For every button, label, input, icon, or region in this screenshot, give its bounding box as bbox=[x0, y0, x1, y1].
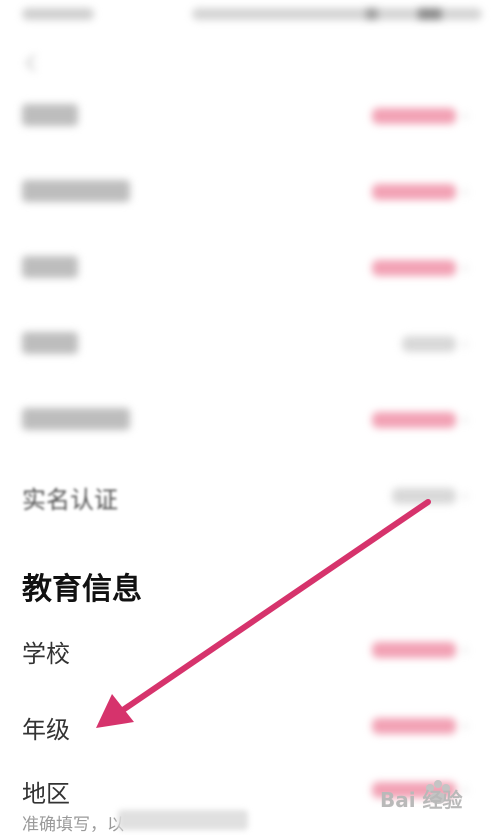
row-label bbox=[22, 408, 130, 430]
row-label bbox=[22, 332, 78, 354]
settings-row-birthday[interactable]: › bbox=[0, 320, 500, 366]
row-label: 年级 bbox=[22, 716, 70, 744]
chevron-right-icon: › bbox=[462, 106, 469, 125]
row-value bbox=[372, 108, 456, 124]
watermark-text: Bai 经验 bbox=[380, 788, 463, 812]
back-icon[interactable] bbox=[20, 52, 42, 74]
settings-row-nickname[interactable]: › bbox=[0, 168, 500, 214]
row-label bbox=[22, 104, 78, 126]
carrier-info bbox=[22, 8, 94, 20]
chevron-right-icon: › bbox=[462, 410, 469, 429]
education-hint: 准确填写，以 bbox=[22, 815, 124, 835]
status-bar bbox=[0, 0, 500, 34]
settings-row-real-name[interactable]: 实名认证 › bbox=[0, 472, 500, 518]
education-row-school[interactable]: 学校 › bbox=[0, 626, 500, 672]
chevron-right-icon: › bbox=[462, 716, 469, 735]
settings-row-gender[interactable]: › bbox=[0, 244, 500, 290]
row-value bbox=[392, 488, 456, 504]
baidu-watermark: Bai 经验 bbox=[380, 774, 480, 818]
education-row-grade[interactable]: 年级 › bbox=[0, 702, 500, 748]
chevron-right-icon: › bbox=[462, 334, 469, 353]
chevron-right-icon: › bbox=[462, 640, 469, 659]
row-value bbox=[372, 260, 456, 276]
row-value bbox=[372, 718, 456, 734]
row-value bbox=[372, 184, 456, 200]
row-label: 学校 bbox=[22, 640, 70, 668]
hint-blurred-text bbox=[118, 810, 248, 830]
settings-row-bio[interactable]: › bbox=[0, 396, 500, 442]
section-title-education: 教育信息 bbox=[22, 572, 142, 607]
settings-row-avatar[interactable]: › bbox=[0, 92, 500, 138]
chevron-right-icon: › bbox=[462, 182, 469, 201]
row-value bbox=[402, 336, 456, 352]
row-label: 实名认证 bbox=[22, 486, 118, 514]
row-label: 地区 bbox=[22, 780, 70, 808]
status-icons bbox=[192, 8, 482, 20]
row-value bbox=[372, 412, 456, 428]
row-label bbox=[22, 256, 78, 278]
chevron-right-icon: › bbox=[462, 486, 469, 505]
row-value bbox=[372, 642, 456, 658]
chevron-right-icon: › bbox=[462, 258, 469, 277]
row-label bbox=[22, 180, 130, 202]
